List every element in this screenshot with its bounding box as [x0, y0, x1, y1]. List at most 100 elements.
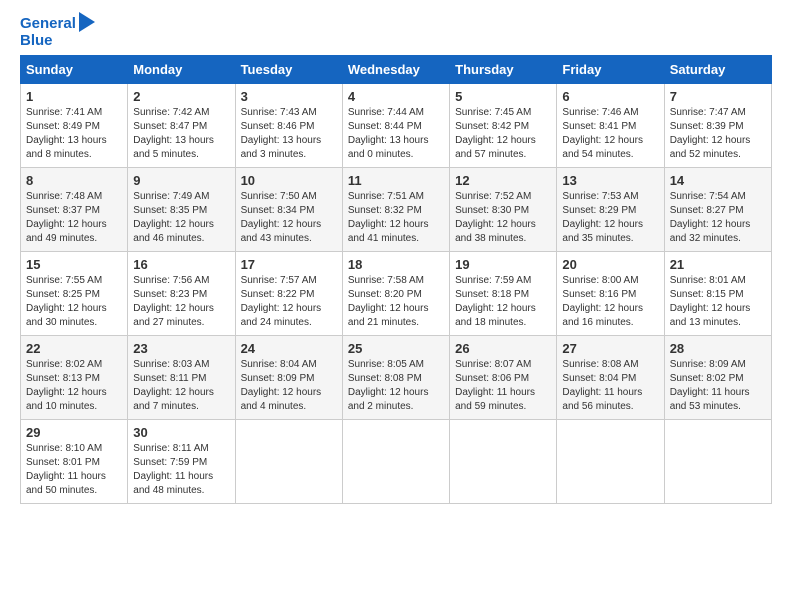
day-number: 8 [26, 173, 122, 188]
day-number: 30 [133, 425, 229, 440]
day-info: Sunrise: 8:10 AMSunset: 8:01 PMDaylight:… [26, 442, 122, 498]
day-number: 6 [562, 89, 658, 104]
day-info: Sunrise: 8:11 AMSunset: 7:59 PMDaylight:… [133, 442, 229, 498]
day-cell [450, 420, 557, 504]
day-number: 7 [670, 89, 766, 104]
day-number: 14 [670, 173, 766, 188]
day-number: 25 [348, 341, 444, 356]
day-number: 1 [26, 89, 122, 104]
logo-text-blue: Blue [20, 33, 53, 50]
day-cell: 28 Sunrise: 8:09 AMSunset: 8:02 PMDayligh… [664, 336, 771, 420]
day-info: Sunrise: 7:47 AMSunset: 8:39 PMDaylight:… [670, 106, 766, 162]
day-info: Sunrise: 8:07 AMSunset: 8:06 PMDaylight:… [455, 358, 551, 414]
day-cell: 8 Sunrise: 7:48 AMSunset: 8:37 PMDaylight… [21, 168, 128, 252]
day-info: Sunrise: 8:00 AMSunset: 8:16 PMDaylight:… [562, 274, 658, 330]
day-number: 22 [26, 341, 122, 356]
day-number: 4 [348, 89, 444, 104]
day-info: Sunrise: 7:46 AMSunset: 8:41 PMDaylight:… [562, 106, 658, 162]
weekday-header-row: SundayMondayTuesdayWednesdayThursdayFrid… [21, 56, 772, 84]
day-info: Sunrise: 7:43 AMSunset: 8:46 PMDaylight:… [241, 106, 337, 162]
day-info: Sunrise: 7:51 AMSunset: 8:32 PMDaylight:… [348, 190, 444, 246]
day-cell: 25 Sunrise: 8:05 AMSunset: 8:08 PMDayligh… [342, 336, 449, 420]
day-info: Sunrise: 7:55 AMSunset: 8:25 PMDaylight:… [26, 274, 122, 330]
day-cell: 5 Sunrise: 7:45 AMSunset: 8:42 PMDaylight… [450, 84, 557, 168]
logo-text-general: General [20, 16, 76, 33]
day-number: 26 [455, 341, 551, 356]
day-cell: 23Sunrise: 8:03 AMSunset: 8:11 PMDayligh… [128, 336, 235, 420]
logo: General Blue [20, 16, 95, 49]
day-cell: 20 Sunrise: 8:00 AMSunset: 8:16 PMDayligh… [557, 252, 664, 336]
weekday-header-saturday: Saturday [664, 56, 771, 84]
weekday-header-tuesday: Tuesday [235, 56, 342, 84]
day-cell: 18 Sunrise: 7:58 AMSunset: 8:20 PMDayligh… [342, 252, 449, 336]
day-number: 24 [241, 341, 337, 356]
day-cell [664, 420, 771, 504]
day-info: Sunrise: 7:50 AMSunset: 8:34 PMDaylight:… [241, 190, 337, 246]
day-number: 18 [348, 257, 444, 272]
day-info: Sunrise: 8:05 AMSunset: 8:08 PMDaylight:… [348, 358, 444, 414]
day-info: Sunrise: 7:57 AMSunset: 8:22 PMDaylight:… [241, 274, 337, 330]
day-number: 15 [26, 257, 122, 272]
day-cell: 26 Sunrise: 8:07 AMSunset: 8:06 PMDayligh… [450, 336, 557, 420]
day-cell: 16 Sunrise: 7:56 AMSunset: 8:23 PMDayligh… [128, 252, 235, 336]
day-cell: 24Sunrise: 8:04 AMSunset: 8:09 PMDayligh… [235, 336, 342, 420]
logo-arrow-icon [79, 12, 95, 32]
day-number: 16 [133, 257, 229, 272]
day-number: 20 [562, 257, 658, 272]
day-number: 27 [562, 341, 658, 356]
day-cell: 4 Sunrise: 7:44 AMSunset: 8:44 PMDaylight… [342, 84, 449, 168]
day-number: 10 [241, 173, 337, 188]
day-info: Sunrise: 8:02 AMSunset: 8:13 PMDaylight:… [26, 358, 122, 414]
week-row-1: 1 Sunrise: 7:41 AMSunset: 8:49 PMDaylight… [21, 84, 772, 168]
week-row-5: 29 Sunrise: 8:10 AMSunset: 8:01 PMDayligh… [21, 420, 772, 504]
day-info: Sunrise: 7:53 AMSunset: 8:29 PMDaylight:… [562, 190, 658, 246]
day-number: 9 [133, 173, 229, 188]
day-number: 17 [241, 257, 337, 272]
day-number: 13 [562, 173, 658, 188]
day-cell: 30 Sunrise: 8:11 AMSunset: 7:59 PMDayligh… [128, 420, 235, 504]
day-cell: 14 Sunrise: 7:54 AMSunset: 8:27 PMDayligh… [664, 168, 771, 252]
day-number: 28 [670, 341, 766, 356]
day-cell: 13 Sunrise: 7:53 AMSunset: 8:29 PMDayligh… [557, 168, 664, 252]
weekday-header-thursday: Thursday [450, 56, 557, 84]
day-cell: 27 Sunrise: 8:08 AMSunset: 8:04 PMDayligh… [557, 336, 664, 420]
day-info: Sunrise: 7:52 AMSunset: 8:30 PMDaylight:… [455, 190, 551, 246]
day-cell [557, 420, 664, 504]
week-row-3: 15 Sunrise: 7:55 AMSunset: 8:25 PMDayligh… [21, 252, 772, 336]
day-info: Sunrise: 7:56 AMSunset: 8:23 PMDaylight:… [133, 274, 229, 330]
day-number: 21 [670, 257, 766, 272]
day-number: 2 [133, 89, 229, 104]
day-cell: 29 Sunrise: 8:10 AMSunset: 8:01 PMDayligh… [21, 420, 128, 504]
day-info: Sunrise: 8:09 AMSunset: 8:02 PMDaylight:… [670, 358, 766, 414]
weekday-header-sunday: Sunday [21, 56, 128, 84]
day-info: Sunrise: 8:08 AMSunset: 8:04 PMDaylight:… [562, 358, 658, 414]
day-info: Sunrise: 7:41 AMSunset: 8:49 PMDaylight:… [26, 106, 122, 162]
day-cell: 15 Sunrise: 7:55 AMSunset: 8:25 PMDayligh… [21, 252, 128, 336]
day-cell: 17 Sunrise: 7:57 AMSunset: 8:22 PMDayligh… [235, 252, 342, 336]
page-header: General Blue [20, 16, 772, 49]
day-info: Sunrise: 7:54 AMSunset: 8:27 PMDaylight:… [670, 190, 766, 246]
day-number: 19 [455, 257, 551, 272]
day-cell [342, 420, 449, 504]
day-info: Sunrise: 8:01 AMSunset: 8:15 PMDaylight:… [670, 274, 766, 330]
day-cell: 22 Sunrise: 8:02 AMSunset: 8:13 PMDayligh… [21, 336, 128, 420]
day-info: Sunrise: 7:48 AMSunset: 8:37 PMDaylight:… [26, 190, 122, 246]
day-cell: 1 Sunrise: 7:41 AMSunset: 8:49 PMDaylight… [21, 84, 128, 168]
day-cell: 19 Sunrise: 7:59 AMSunset: 8:18 PMDayligh… [450, 252, 557, 336]
day-cell: 2 Sunrise: 7:42 AMSunset: 8:47 PMDaylight… [128, 84, 235, 168]
day-number: 5 [455, 89, 551, 104]
day-info: Sunrise: 7:58 AMSunset: 8:20 PMDaylight:… [348, 274, 444, 330]
day-number: 11 [348, 173, 444, 188]
day-number: 12 [455, 173, 551, 188]
weekday-header-monday: Monday [128, 56, 235, 84]
day-cell: 12 Sunrise: 7:52 AMSunset: 8:30 PMDayligh… [450, 168, 557, 252]
day-info: Sunrise: 7:45 AMSunset: 8:42 PMDaylight:… [455, 106, 551, 162]
day-cell [235, 420, 342, 504]
day-info: Sunrise: 7:44 AMSunset: 8:44 PMDaylight:… [348, 106, 444, 162]
day-info: Sunrise: 7:59 AMSunset: 8:18 PMDaylight:… [455, 274, 551, 330]
day-info: Sunrise: 7:42 AMSunset: 8:47 PMDaylight:… [133, 106, 229, 162]
day-info: Sunrise: 7:49 AMSunset: 8:35 PMDaylight:… [133, 190, 229, 246]
day-number: 23 [133, 341, 229, 356]
day-number: 29 [26, 425, 122, 440]
calendar-table: SundayMondayTuesdayWednesdayThursdayFrid… [20, 55, 772, 504]
